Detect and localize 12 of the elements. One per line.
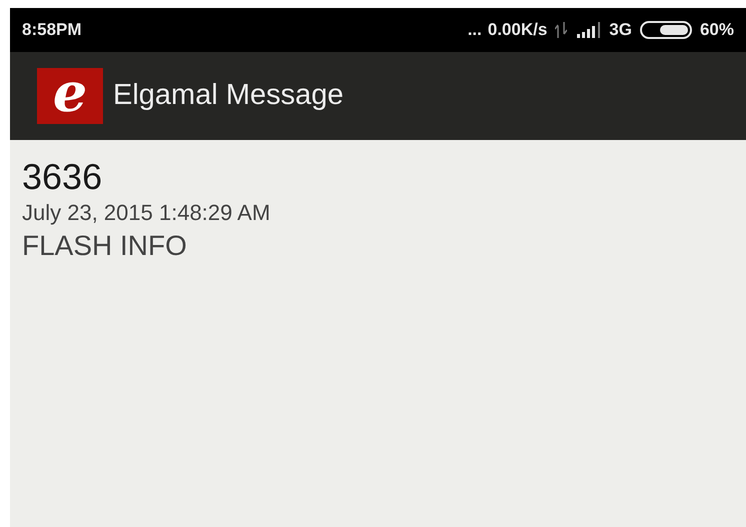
message-date: July 23, 2015 1:48:29 AM xyxy=(22,199,272,227)
data-transfer-icon xyxy=(555,22,568,38)
clock: 8:58PM xyxy=(22,19,82,42)
message-body: FLASH INFO xyxy=(22,229,188,263)
network-type: 3G xyxy=(609,19,632,42)
app-logo: e xyxy=(37,68,103,124)
message-sender: 3636 xyxy=(22,156,104,198)
status-dots: ... xyxy=(468,19,482,42)
battery-icon xyxy=(640,21,694,39)
network-speed: 0.00K/s xyxy=(488,19,548,42)
app-title: Elgamal Message xyxy=(113,78,344,114)
battery-percent: 60% xyxy=(700,19,734,42)
